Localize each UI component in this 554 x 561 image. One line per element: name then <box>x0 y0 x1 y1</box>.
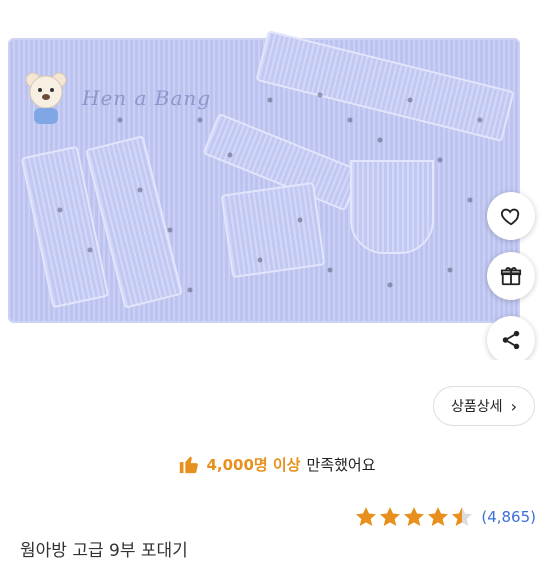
rating-stars <box>356 507 473 526</box>
star-pattern <box>57 92 483 293</box>
satisfaction-suffix: 만족했어요 <box>306 455 376 474</box>
satisfaction-banner: 4,000명 이상 만족했어요 <box>0 446 554 482</box>
rating-summary[interactable]: (4,865) <box>355 506 536 528</box>
rating-count[interactable]: (4,865) <box>481 508 536 526</box>
product-detail-button[interactable]: 상품상세 › <box>433 386 535 426</box>
product-title: 웜아방 고급 9부 포대기 <box>20 541 188 561</box>
heart-icon <box>500 208 520 226</box>
product-detail-label: 상품상세 <box>451 399 503 415</box>
share-icon <box>502 330 520 350</box>
satisfaction-count: 4,000명 이상 <box>206 455 301 474</box>
gift-icon <box>500 267 522 286</box>
share-button[interactable] <box>487 316 535 360</box>
gift-button[interactable] <box>487 252 535 300</box>
product-image[interactable]: Hen a Bang <box>0 0 554 360</box>
chevron-right-icon: › <box>510 396 517 416</box>
star-icon <box>356 507 473 526</box>
like-button[interactable] <box>487 192 535 240</box>
thumbs-up-icon <box>180 456 199 474</box>
